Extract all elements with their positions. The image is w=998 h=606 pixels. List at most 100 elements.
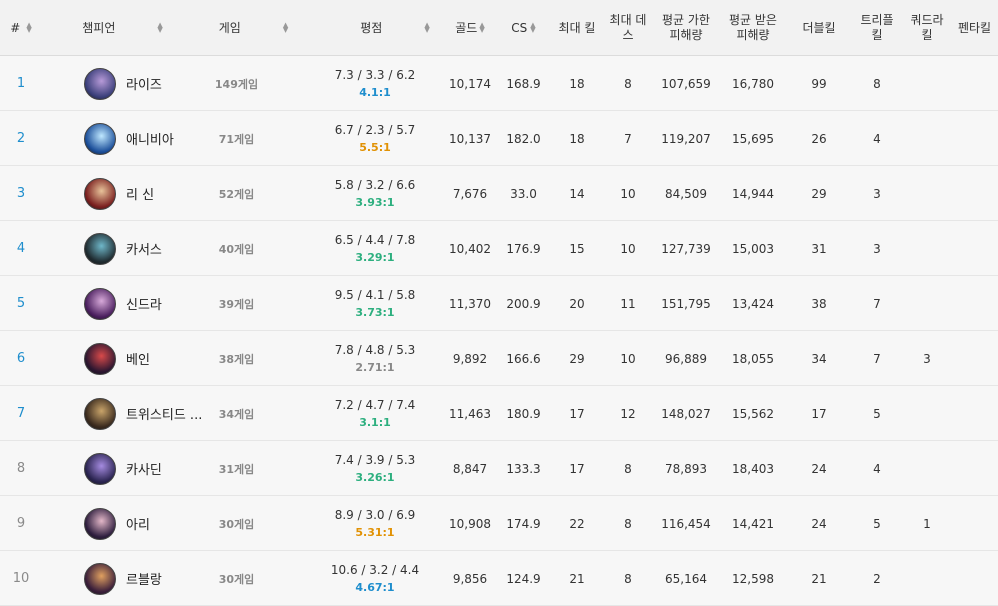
- champion-cell[interactable]: 카서스: [42, 221, 167, 276]
- header-avg-damage-dealt-label: 평균 가한 피해량: [662, 13, 710, 42]
- header-quadra-kill-label: 쿼드라 킬: [910, 13, 944, 42]
- cs-cell: 133.3: [506, 461, 541, 476]
- quadra-kill-cell: [903, 386, 951, 441]
- champion-avatar[interactable]: [84, 452, 116, 485]
- champion-name[interactable]: 리 신: [126, 184, 154, 203]
- header-champion[interactable]: 챔피언 ▲ ▼: [42, 0, 167, 56]
- champion-cell[interactable]: 카사딘: [42, 441, 167, 496]
- champion-cell[interactable]: 애니비아: [42, 111, 174, 166]
- table-row[interactable]: 9 아리 30게임 8.9 / 3.0 / 6.9 5.31:1 10,908 174.9 2…: [0, 496, 998, 551]
- table-row[interactable]: 3 리 신 52게임 5.8 / 3.2 / 6.6 3.93:1 7,676 33.0 14…: [0, 166, 998, 221]
- table-row[interactable]: 2 애니비아 71게임 6.7 / 2.3 / 5.7 5.5:1 10,137 182.0…: [0, 111, 998, 166]
- champion-name[interactable]: 카사딘: [126, 459, 162, 478]
- champion-avatar[interactable]: [84, 397, 116, 430]
- header-penta-kill-label: 펜타킬: [957, 20, 992, 35]
- kda-values: 8.9 / 3.0 / 6.9: [334, 507, 416, 522]
- header-penta-kill[interactable]: 펜타킬: [951, 0, 998, 56]
- champion-name[interactable]: 신드라: [126, 294, 162, 313]
- header-triple-kill[interactable]: 트리플 킬: [851, 0, 903, 56]
- kda-values: 7.8 / 4.8 / 5.3: [334, 342, 416, 357]
- rank-cell: 3: [16, 186, 26, 201]
- champion-avatar[interactable]: [84, 232, 116, 265]
- penta-kill-cell: [951, 331, 998, 386]
- max-kill-cell: 14: [569, 186, 585, 201]
- penta-kill-cell: [951, 166, 998, 221]
- damage-dealt-cell: 127,739: [661, 241, 711, 256]
- triple-kill-cell: 4: [873, 461, 881, 476]
- champion-cell[interactable]: 아리: [42, 496, 167, 551]
- header-max-kill-label: 최대 킬: [558, 20, 596, 35]
- table-row[interactable]: 6 베인 38게임 7.8 / 4.8 / 5.3 2.71:1 9,892 166.6 29…: [0, 331, 998, 386]
- champion-avatar[interactable]: [84, 67, 116, 100]
- champion-avatar[interactable]: [84, 507, 116, 540]
- champion-cell[interactable]: 베인: [42, 331, 167, 386]
- table-row[interactable]: 5 신드라 39게임 9.5 / 4.1 / 5.8 3.73:1 11,370 200.9…: [0, 276, 998, 331]
- header-double-kill-label: 더블킬: [802, 20, 836, 35]
- rank-cell: 4: [16, 241, 26, 256]
- kda-cell: 5.8 / 3.2 / 6.6 3.93:1: [306, 166, 444, 221]
- champion-name[interactable]: 아리: [126, 514, 150, 533]
- max-kill-cell: 22: [569, 516, 585, 531]
- table-row[interactable]: 8 카사딘 31게임 7.4 / 3.9 / 5.3 3.26:1 8,847 133.3 1…: [0, 441, 998, 496]
- damage-dealt-cell: 116,454: [661, 516, 711, 531]
- champion-name[interactable]: 베인: [126, 349, 150, 368]
- sort-icon: ▲ ▼: [530, 21, 536, 34]
- header-max-kill[interactable]: 최대 킬: [551, 0, 603, 56]
- triple-kill-cell: 3: [873, 241, 881, 256]
- header-gold[interactable]: 골드 ▲ ▼: [444, 0, 496, 56]
- games-cell: 38게임: [218, 352, 255, 366]
- triple-kill-cell: 4: [873, 131, 881, 146]
- champion-avatar[interactable]: [84, 562, 116, 595]
- table-row[interactable]: 1 라이즈 149게임 7.3 / 3.3 / 6.2 4.1:1 10,174 168.9…: [0, 56, 998, 111]
- games-cell: 52게임: [218, 187, 255, 201]
- table-row[interactable]: 4 카서스 40게임 6.5 / 4.4 / 7.8 3.29:1 10,402 176.9…: [0, 221, 998, 276]
- kda-cell: 7.4 / 3.9 / 5.3 3.26:1: [306, 441, 444, 496]
- header-games[interactable]: 게임 ▲ ▼: [167, 0, 306, 56]
- header-avg-damage-taken[interactable]: 평균 받은 피해량: [719, 0, 787, 56]
- champion-cell[interactable]: 라이즈: [42, 56, 167, 111]
- champion-name[interactable]: 르블랑: [126, 569, 162, 588]
- damage-dealt-cell: 107,659: [661, 76, 711, 91]
- max-death-cell: 11: [620, 296, 636, 311]
- champion-avatar[interactable]: [84, 122, 116, 155]
- header-rating[interactable]: 평점 ▲ ▼: [306, 0, 444, 56]
- damage-taken-cell: 18,403: [732, 461, 774, 476]
- header-double-kill[interactable]: 더블킬: [787, 0, 851, 56]
- max-death-cell: 10: [620, 241, 636, 256]
- damage-taken-cell: 13,424: [732, 296, 774, 311]
- champion-cell[interactable]: 르블랑: [42, 551, 167, 606]
- damage-dealt-cell: 84,509: [665, 186, 707, 201]
- champion-avatar[interactable]: [84, 287, 116, 320]
- header-cs[interactable]: CS ▲ ▼: [496, 0, 551, 56]
- kda-ratio: 3.93:1: [355, 195, 395, 209]
- champion-avatar[interactable]: [84, 342, 116, 375]
- double-kill-cell: 29: [811, 186, 827, 201]
- gold-cell: 10,137: [449, 131, 491, 146]
- header-rank[interactable]: # ▲ ▼: [0, 0, 42, 56]
- damage-taken-cell: 16,780: [732, 76, 774, 91]
- champion-name[interactable]: 라이즈: [126, 74, 162, 93]
- damage-dealt-cell: 119,207: [661, 131, 711, 146]
- champion-avatar[interactable]: [84, 177, 116, 210]
- champion-cell[interactable]: 신드라: [42, 276, 167, 331]
- champion-cell[interactable]: 리 신: [42, 166, 167, 221]
- table-row[interactable]: 10 르블랑 30게임 10.6 / 3.2 / 4.4 4.67:1 9,856 124.…: [0, 551, 998, 606]
- cs-cell: 124.9: [506, 571, 541, 586]
- champion-name[interactable]: 카서스: [126, 239, 162, 258]
- quadra-kill-cell: [903, 56, 951, 111]
- table-row[interactable]: 7 트위스티드 ... 34게임 7.2 / 4.7 / 7.4 3.1:1 11,463…: [0, 386, 998, 441]
- kda-values: 7.4 / 3.9 / 5.3: [334, 452, 416, 467]
- quadra-kill-cell: 3: [923, 351, 931, 366]
- gold-cell: 7,676: [452, 186, 488, 201]
- sort-icon: ▲ ▼: [282, 21, 289, 34]
- rank-cell: 5: [16, 296, 26, 311]
- triple-kill-cell: 3: [873, 186, 881, 201]
- header-games-label: 게임: [218, 20, 241, 35]
- header-avg-damage-dealt[interactable]: 평균 가한 피해량: [653, 0, 719, 56]
- champion-cell[interactable]: 트위스티드 ...: [42, 386, 202, 441]
- header-quadra-kill[interactable]: 쿼드라 킬: [903, 0, 951, 56]
- header-max-death[interactable]: 최대 데스: [603, 0, 653, 56]
- penta-kill-cell: [951, 496, 998, 551]
- double-kill-cell: 17: [811, 406, 827, 421]
- header-rank-label: #: [10, 20, 21, 35]
